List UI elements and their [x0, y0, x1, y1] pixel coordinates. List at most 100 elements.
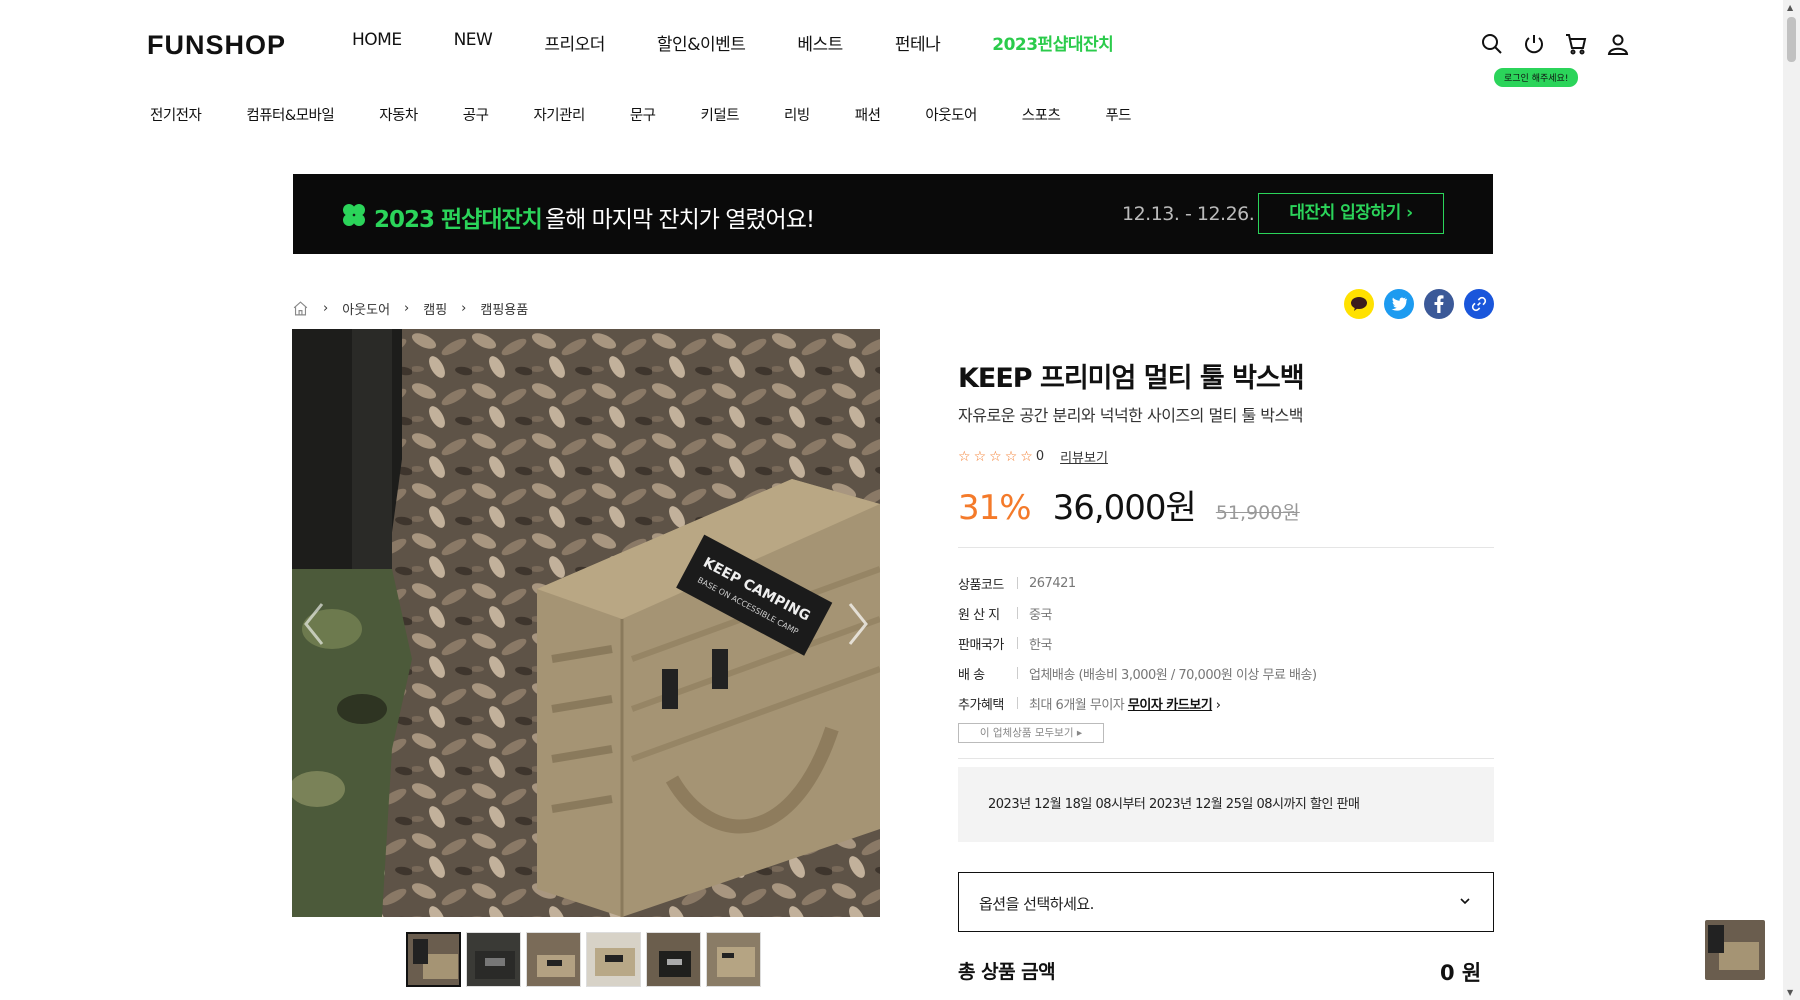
chevron-right-icon: ›	[323, 301, 329, 316]
category-kidult[interactable]: 키덜트	[701, 104, 740, 125]
link-icon[interactable]	[1464, 289, 1494, 319]
thumbnail-3[interactable]	[526, 932, 581, 987]
scroll-down-icon[interactable]: ▼	[1787, 988, 1793, 997]
sale-price: 36,000원	[1052, 488, 1197, 528]
category-fashion[interactable]: 패션	[855, 104, 881, 125]
divider	[958, 547, 1494, 548]
spec-row: 추가혜택 최대 6개월 무이자 무이자 카드보기 ›	[958, 688, 1498, 718]
nav-best[interactable]: 베스트	[797, 30, 843, 55]
thumbnail-6[interactable]	[706, 932, 761, 987]
original-price: 51,900원	[1215, 502, 1300, 524]
funshop-logo[interactable]: FUNSHOP	[147, 30, 286, 61]
spec-key: 배 송	[958, 667, 985, 683]
spec-table: 상품코드 267421 원 산 지 중국 판매국가 한국 배 송 업체배송 (배…	[958, 568, 1498, 718]
category-computer-mobile[interactable]: 컴퓨터&모바일	[246, 104, 334, 125]
home-icon[interactable]	[292, 300, 309, 317]
category-sports[interactable]: 스포츠	[1022, 104, 1061, 125]
spec-key: 원 산 지	[958, 607, 1000, 623]
spec-key: 판매국가	[958, 637, 1004, 653]
chevron-right-icon: ›	[404, 301, 410, 316]
banner-enter-button[interactable]: 대잔치 입장하기 ›	[1258, 193, 1444, 234]
scrollbar[interactable]: ▲ ▼	[1783, 0, 1800, 1000]
banner-title: 2023 펀샵대잔치	[374, 207, 543, 233]
product-photo: KEEP CAMPING BASE ON ACCESSIBLE CAMP	[292, 329, 880, 917]
option-select[interactable]: 옵션을 선택하세요.	[958, 872, 1494, 932]
spec-key: 상품코드	[958, 577, 1004, 593]
nav-new[interactable]: NEW	[454, 30, 493, 55]
rating-count: 0	[1035, 449, 1045, 464]
category-stationery[interactable]: 문구	[630, 104, 656, 125]
spec-row: 배 송 업체배송 (배송비 3,000원 / 70,000원 이상 무료 배송)	[958, 658, 1498, 688]
spec-value: 267421	[1029, 575, 1076, 591]
thumbnail-2[interactable]	[466, 932, 521, 987]
interest-free-card-link[interactable]: 무이자 카드보기	[1128, 698, 1213, 713]
nav-sale-event[interactable]: 할인&이벤트	[657, 30, 746, 55]
breadcrumb-camping[interactable]: 캠핑	[423, 299, 447, 318]
nav-funtenna[interactable]: 펀테나	[895, 30, 941, 55]
spec-value: 중국	[1029, 607, 1052, 623]
product-main-image[interactable]: KEEP CAMPING BASE ON ACCESSIBLE CAMP	[292, 329, 880, 917]
user-icon[interactable]	[1606, 32, 1630, 56]
star-icon: ☆	[958, 448, 971, 465]
chevron-right-icon: ›	[461, 301, 467, 316]
total-price-value: 0 원	[1440, 961, 1482, 985]
star-icon: ☆	[989, 448, 1002, 465]
divider	[958, 758, 1494, 759]
recent-viewed-thumbnail[interactable]	[1705, 920, 1765, 980]
banner-subtitle: 올해 마지막 잔치가 열렸어요!	[545, 207, 815, 233]
event-banner[interactable]: 2023 펀샵대잔치 올해 마지막 잔치가 열렸어요! 12.13. - 12.…	[293, 174, 1493, 254]
thumbnail-4[interactable]	[586, 932, 641, 987]
breadcrumb-camping-goods[interactable]: 캠핑용품	[480, 299, 528, 318]
power-icon[interactable]	[1522, 32, 1546, 56]
star-icon: ☆	[1004, 448, 1018, 465]
category-living[interactable]: 리빙	[784, 104, 810, 125]
spec-row: 판매국가 한국	[958, 628, 1498, 658]
breadcrumb-outdoor[interactable]: 아웃도어	[342, 299, 390, 318]
spec-row: 상품코드 267421	[958, 568, 1498, 598]
product-description: 자유로운 공간 분리와 넉넉한 사이즈의 멀티 툴 박스백	[958, 406, 1303, 425]
facebook-icon[interactable]	[1424, 289, 1454, 319]
star-icon: ☆	[1020, 448, 1033, 465]
spec-value: 업체배송 (배송비 3,000원 / 70,000원 이상 무료 배송)	[1029, 667, 1317, 683]
banner-date: 12.13. - 12.26.	[1122, 203, 1255, 225]
spec-row: 원 산 지 중국	[958, 598, 1498, 628]
spec-value: 한국	[1029, 637, 1052, 653]
category-outdoor[interactable]: 아웃도어	[925, 104, 977, 125]
category-selfcare[interactable]: 자기관리	[533, 104, 585, 125]
discount-rate: 31%	[958, 488, 1032, 528]
category-food[interactable]: 푸드	[1105, 104, 1131, 125]
scrollbar-thumb[interactable]	[1787, 17, 1796, 62]
review-link[interactable]: 리뷰보기	[1060, 447, 1108, 466]
benefit-text: 최대 6개월 무이자	[1029, 697, 1125, 713]
chevron-right-icon: ›	[1215, 697, 1221, 713]
thumbnail-1[interactable]	[406, 932, 461, 987]
spec-key: 추가혜택	[958, 697, 1004, 713]
star-icon: ☆	[973, 448, 987, 465]
total-price-label: 총 상품 금액	[958, 961, 1056, 983]
chevron-down-icon	[1460, 898, 1470, 905]
category-tools[interactable]: 공구	[463, 104, 489, 125]
nav-2023-festival[interactable]: 2023펀샵대잔치	[992, 30, 1114, 55]
all-vendor-products-button[interactable]: 이 업체상품 모두보기 ▸	[958, 723, 1104, 743]
login-badge[interactable]: 로그인 해주세요!	[1494, 68, 1579, 87]
utility-icons	[1480, 32, 1630, 56]
category-car[interactable]: 자동차	[379, 104, 418, 125]
category-electronics[interactable]: 전기전자	[150, 104, 202, 125]
price-row: 31% 36,000원 51,900원	[958, 480, 1300, 529]
thumbnail-5[interactable]	[646, 932, 701, 987]
option-select-placeholder: 옵션을 선택하세요.	[979, 895, 1094, 913]
share-buttons	[1344, 289, 1494, 319]
main-nav: HOME NEW 프리오더 할인&이벤트 베스트 펀테나 2023펀샵대잔치	[352, 30, 1165, 55]
product-title: KEEP 프리미엄 멀티 툴 박스백	[958, 363, 1305, 394]
nav-home[interactable]: HOME	[352, 30, 402, 55]
next-image-arrow-icon[interactable]	[842, 599, 872, 649]
search-icon[interactable]	[1480, 32, 1504, 56]
twitter-icon[interactable]	[1384, 289, 1414, 319]
nav-preorder[interactable]: 프리오더	[544, 30, 605, 55]
kakaotalk-icon[interactable]	[1344, 289, 1374, 319]
sale-period-notice: 2023년 12월 18일 08시부터 2023년 12월 25일 08시까지 …	[958, 767, 1494, 842]
cart-icon[interactable]	[1564, 32, 1588, 56]
category-nav: 전기전자 컴퓨터&모바일 자동차 공구 자기관리 문구 키덜트 리빙 패션 아웃…	[150, 104, 1176, 125]
scroll-up-icon[interactable]: ▲	[1787, 3, 1793, 12]
prev-image-arrow-icon[interactable]	[300, 599, 330, 649]
